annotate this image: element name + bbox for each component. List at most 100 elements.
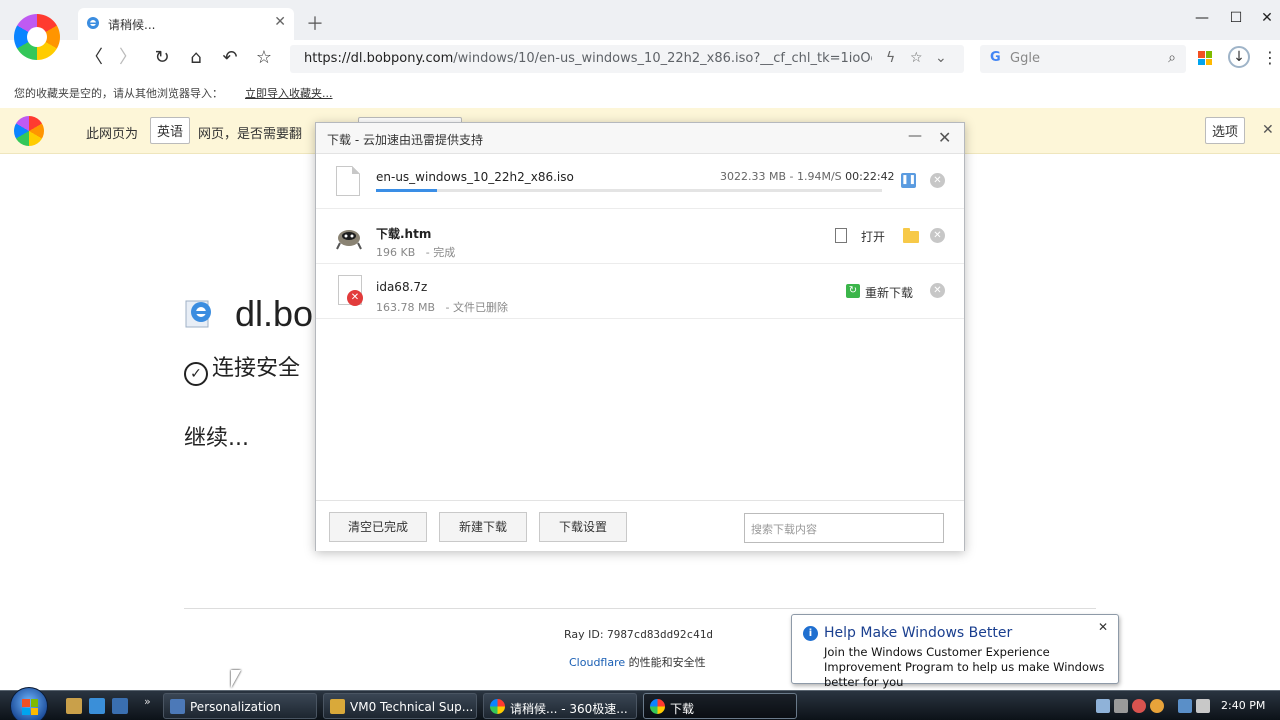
redownload-icon[interactable]: ↻: [846, 284, 860, 298]
home-button[interactable]: ⌂: [184, 48, 208, 68]
browser-logo[interactable]: [14, 14, 60, 60]
site-ie-icon: [185, 300, 211, 328]
task-label: 请稍候... - 360极速...: [510, 702, 628, 716]
tray-alert-icon[interactable]: [1132, 699, 1146, 713]
ray-id: Ray ID: 7987cd83dd92c41d: [564, 628, 713, 641]
download-dialog: 下载 - 云加速由迅雷提供支持 — ✕ en-us_windows_10_22h…: [315, 122, 965, 551]
file-error-icon: ✕: [338, 275, 363, 306]
remove-icon[interactable]: ✕: [930, 173, 945, 188]
document-icon[interactable]: [835, 228, 847, 243]
ie-page-icon: [87, 17, 99, 29]
download-progress-bar: [376, 189, 882, 192]
tab-close-icon[interactable]: ✕: [274, 14, 286, 30]
download-item[interactable]: ✕ ida68.7z 163.78 MB - 文件已删除 ↻ 重新下载 ✕: [316, 264, 964, 319]
taskbar-item-personalization[interactable]: Personalization: [163, 693, 317, 719]
site-name: dl.bo: [235, 293, 314, 334]
lightning-icon[interactable]: ϟ: [886, 50, 895, 66]
notification-balloon[interactable]: i Help Make Windows Better Join the Wind…: [791, 614, 1119, 689]
download-search-input[interactable]: 搜索下载内容: [744, 513, 944, 543]
translate-language-button[interactable]: 英语: [150, 117, 191, 144]
undo-close-button[interactable]: ↶: [218, 48, 242, 68]
start-button[interactable]: [10, 687, 48, 720]
close-window-button[interactable]: ✕: [1255, 10, 1279, 26]
download-filename: en-us_windows_10_22h2_x86.iso: [376, 170, 574, 184]
ray-value: 7987cd83dd92c41d: [607, 628, 714, 641]
address-bar[interactable]: https://dl.bobpony.com/windows/10/en-us_…: [290, 45, 964, 73]
folder-icon[interactable]: [903, 228, 919, 243]
translate-close-icon[interactable]: ✕: [1262, 122, 1274, 138]
taskbar-item-download[interactable]: 下载: [643, 693, 797, 719]
search-icon[interactable]: ⌕: [1168, 50, 1176, 66]
task-label: Personalization: [190, 700, 281, 714]
download-status-text: - 完成: [425, 246, 456, 259]
quicklaunch-tool-icon[interactable]: [66, 698, 82, 714]
tab-active[interactable]: 请稍候... ✕: [78, 8, 294, 40]
file-icon: [336, 166, 360, 196]
bookmarks-bar: 您的收藏夹是空的，请从其他浏览器导入： 立即导入收藏夹...: [0, 78, 1280, 106]
bookmark-star-icon[interactable]: ☆: [910, 50, 923, 66]
notification-body: Join the Windows Customer Experience Imp…: [824, 645, 1105, 689]
personalization-icon: [170, 699, 185, 714]
download-size-speed: 3022.33 MB - 1.94M/S: [720, 170, 842, 183]
dialog-titlebar[interactable]: 下载 - 云加速由迅雷提供支持 — ✕: [316, 123, 964, 154]
dialog-minimize-icon[interactable]: —: [908, 128, 922, 144]
translate-options-button[interactable]: 选项: [1205, 117, 1246, 144]
notification-close-icon[interactable]: ✕: [1098, 620, 1108, 634]
tray-display-icon[interactable]: [1178, 699, 1192, 713]
taskbar-item-browser[interactable]: 请稍候... - 360极速...: [483, 693, 637, 719]
address-url[interactable]: https://dl.bobpony.com/windows/10/en-us_…: [304, 51, 872, 66]
quicklaunch-network-icon[interactable]: [89, 698, 105, 714]
tray-search-icon[interactable]: [1150, 699, 1164, 713]
maximize-button[interactable]: ☐: [1224, 10, 1248, 26]
tray-device-icon[interactable]: [1114, 699, 1128, 713]
download-manager-icon[interactable]: ↓: [1228, 46, 1250, 68]
dialog-close-icon[interactable]: ✕: [938, 128, 951, 147]
tab-strip: 请稍候... ✕ ＋ — ☐ ✕: [0, 0, 1280, 40]
translate-logo-icon: [14, 116, 44, 146]
download-item[interactable]: 下载.htm 196 KB - 完成 打开 ✕: [316, 209, 964, 264]
secure-text: 连接安全: [212, 356, 301, 381]
browser-icon: [650, 699, 665, 714]
back-button[interactable]: 〈: [82, 48, 106, 68]
redownload-button[interactable]: 重新下载: [865, 284, 913, 301]
mouse-cursor-icon: [231, 670, 241, 688]
tray-volume-icon[interactable]: [1196, 699, 1210, 713]
error-badge-icon: ✕: [347, 290, 363, 306]
quicklaunch-desktop-icon[interactable]: [112, 698, 128, 714]
reload-button[interactable]: ↻: [150, 48, 174, 68]
menu-more-icon[interactable]: ⋮: [1262, 48, 1278, 67]
search-box[interactable]: G Ggle ⌕: [980, 45, 1186, 73]
tray-network-icon[interactable]: [1096, 699, 1110, 713]
download-item[interactable]: en-us_windows_10_22h2_x86.iso 3022.33 MB…: [316, 154, 964, 209]
favorite-star-button[interactable]: ☆: [252, 48, 276, 68]
chevron-down-icon[interactable]: ⌄: [935, 50, 947, 66]
quicklaunch-more-icon[interactable]: »: [144, 695, 151, 708]
download-status: 196 KB - 完成: [376, 244, 455, 260]
windows-flag-icon: [22, 699, 38, 715]
clock[interactable]: 2:40 PM: [1221, 699, 1265, 712]
download-status: 163.78 MB - 文件已删除: [376, 299, 508, 315]
remove-icon[interactable]: ✕: [930, 283, 945, 298]
clear-completed-button[interactable]: 清空已完成: [329, 512, 427, 542]
continue-text: 继续...: [184, 426, 249, 451]
pause-icon[interactable]: ❚❚: [901, 173, 916, 188]
apps-icon[interactable]: [1198, 51, 1212, 65]
user-icon: [330, 699, 345, 714]
notification-title: Help Make Windows Better: [824, 625, 1013, 641]
navigation-bar: 〈 〉 ↻ ⌂ ↶ ☆ https://dl.bobpony.com/windo…: [0, 40, 1280, 78]
dialog-title: 下载 - 云加速由迅雷提供支持: [327, 133, 483, 147]
remove-icon[interactable]: ✕: [930, 228, 945, 243]
import-bookmarks-link[interactable]: 立即导入收藏夹...: [245, 85, 333, 101]
new-tab-button[interactable]: ＋: [306, 10, 324, 36]
browser-icon: [490, 699, 505, 714]
cloudflare-link[interactable]: Cloudflare: [569, 656, 625, 669]
search-placeholder: Ggle: [1010, 51, 1040, 66]
forward-button[interactable]: 〉: [116, 48, 140, 68]
open-button[interactable]: 打开: [861, 228, 885, 245]
taskbar: » Personalization VM0 Technical Sup... 请…: [0, 687, 1280, 720]
url-path: /windows/10/en-us_windows_10_22h2_x86.is…: [453, 51, 872, 66]
new-download-button[interactable]: 新建下载: [439, 512, 527, 542]
download-settings-button[interactable]: 下载设置: [539, 512, 627, 542]
taskbar-item-vm0[interactable]: VM0 Technical Sup...: [323, 693, 477, 719]
minimize-button[interactable]: —: [1190, 10, 1214, 26]
